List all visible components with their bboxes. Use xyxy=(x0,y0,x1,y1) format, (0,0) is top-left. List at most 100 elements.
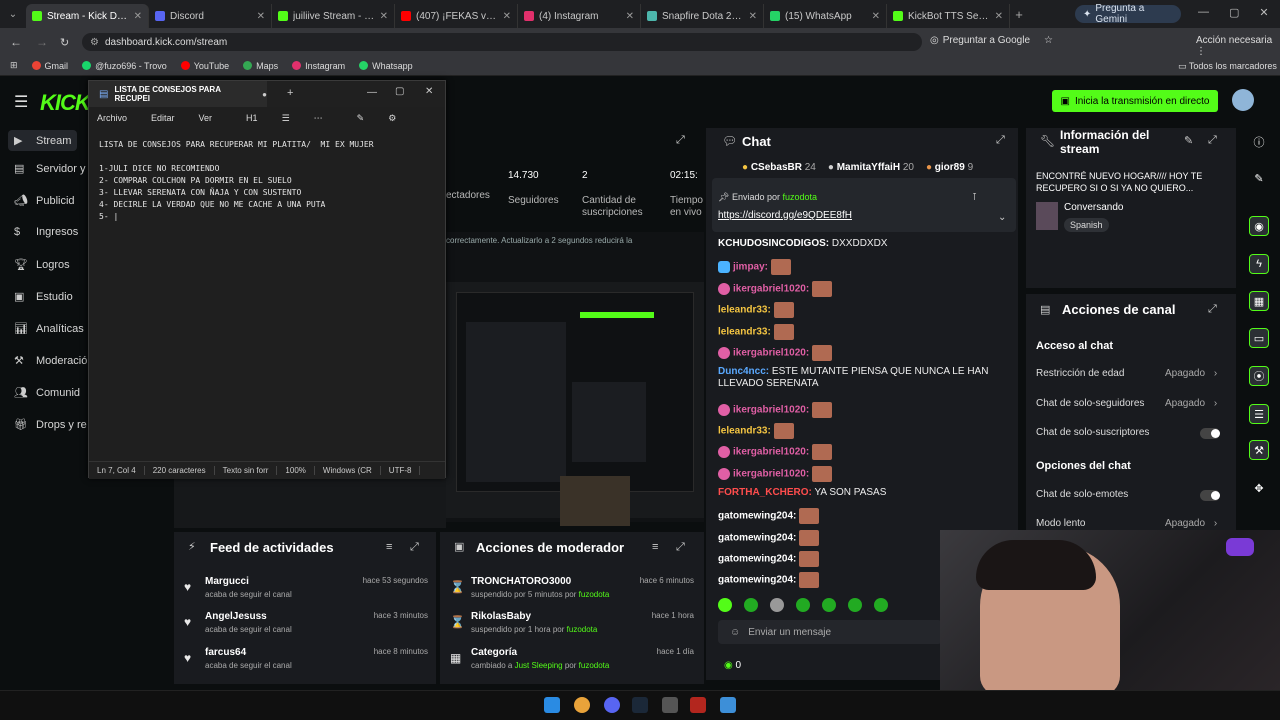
settings-gear-icon[interactable]: ⚙ xyxy=(388,113,396,124)
hammer-icon[interactable]: ⚒ xyxy=(1249,440,1269,460)
edit-icon[interactable]: ✎ xyxy=(1184,134,1193,147)
chat-message[interactable]: ikergabriel1020: xyxy=(718,345,832,361)
pencil-icon[interactable]: ✎ xyxy=(1249,168,1269,188)
menu-ver[interactable]: Ver xyxy=(199,113,213,123)
chat-message[interactable]: ikergabriel1020: xyxy=(718,466,832,482)
chat-message[interactable]: Dunc4ncc: ESTE MUTANTE PIENSA QUE NUNCA … xyxy=(718,366,988,377)
maximize-icon[interactable]: ▢ xyxy=(1229,6,1239,19)
kick-logo[interactable]: KICK xyxy=(40,90,91,116)
tab-close-icon[interactable]: ✕ xyxy=(134,11,142,22)
hamburger-menu-icon[interactable]: ☰ xyxy=(14,92,28,112)
format-icon[interactable]: ✎ xyxy=(357,113,365,124)
top-gifter[interactable]: ● CSebasBR 24 xyxy=(742,162,816,173)
sidebar-item[interactable]: ⚒ Moderació xyxy=(14,354,87,368)
dota-taskbar-icon[interactable] xyxy=(690,697,706,713)
chat-message[interactable]: leleandr33: xyxy=(718,423,794,439)
chat-input[interactable]: ☺ Enviar un mensaje xyxy=(718,620,942,644)
chat-username[interactable]: jimpay: xyxy=(733,262,768,273)
reload-icon[interactable]: ↻ xyxy=(60,36,69,49)
actions-expand-icon[interactable]: ⤢ xyxy=(1208,303,1217,316)
sidebar-item[interactable]: ▣ Estudio xyxy=(14,290,73,304)
bookmark-item[interactable]: YouTube xyxy=(180,61,229,71)
menu-editar[interactable]: Editar xyxy=(151,113,175,123)
chat-message[interactable]: LLEVADO SERENATA xyxy=(718,378,819,389)
new-tab-button[interactable]: + xyxy=(1010,7,1028,22)
quick-emote-icon[interactable] xyxy=(718,598,732,612)
list-icon[interactable]: ☰ xyxy=(282,113,290,124)
subs-only-toggle[interactable] xyxy=(1200,428,1220,439)
list-rail-icon[interactable]: ☰ xyxy=(1249,404,1269,424)
chat-message[interactable]: ikergabriel1020: xyxy=(718,402,832,418)
feed-filter-icon[interactable]: ≡ xyxy=(386,541,392,553)
chat-message[interactable]: FORTHA_KCHERO: YA SON PASAS xyxy=(718,487,886,498)
mod-expand-icon[interactable]: ⤢ xyxy=(676,541,685,554)
chat-username[interactable]: KCHUDOSINCODIGOS: xyxy=(718,238,829,249)
tab-close-icon[interactable]: ✕ xyxy=(503,11,511,22)
bookmark-item[interactable]: Instagram xyxy=(292,61,345,71)
sidebar-item[interactable]: 🎁︎ Drops y re xyxy=(14,418,87,432)
back-icon[interactable]: ← xyxy=(10,35,22,49)
bookmark-item[interactable]: @fuzo696 - Trovo xyxy=(82,61,167,71)
tab-search-icon[interactable]: ⌄ xyxy=(0,9,26,20)
chat-message[interactable]: KCHUDOSINCODIGOS: DXXDDXDX xyxy=(718,238,887,249)
star-icon[interactable]: ☆ xyxy=(1044,35,1053,46)
chat-username[interactable]: leleandr33: xyxy=(718,327,771,338)
feed-item[interactable]: ♥ farcus64 acaba de seguir el canal hace … xyxy=(184,647,428,670)
chat-username[interactable]: FORTHA_KCHERO: xyxy=(718,487,812,498)
chat-message[interactable]: leleandr33: xyxy=(718,324,794,340)
quick-emote-icon[interactable] xyxy=(874,598,888,612)
pin-toggle-icon[interactable]: ⊺ xyxy=(972,192,977,203)
chat-username[interactable]: leleandr33: xyxy=(718,305,771,316)
apps-grid-icon[interactable]: ⊞ xyxy=(10,60,18,71)
steam-taskbar-icon[interactable] xyxy=(632,697,648,713)
chat-username[interactable]: ikergabriel1020: xyxy=(733,348,809,359)
chat-message[interactable]: ikergabriel1020: xyxy=(718,281,832,297)
quick-emote-icon[interactable] xyxy=(770,598,784,612)
sidebar-item[interactable]: 📣︎ Publicid xyxy=(14,194,75,208)
np-minimize-icon[interactable]: — xyxy=(367,87,377,98)
mod-action-item[interactable]: ⌛ RikolasBaby suspendido por 1 hora por f… xyxy=(450,611,694,634)
browser-tab[interactable]: (407) ¡FEKAS vs AI ✕ xyxy=(395,4,518,28)
close-icon[interactable]: ✕ xyxy=(1259,6,1268,19)
message-icon[interactable]: ▭ xyxy=(1249,328,1269,348)
chat-username[interactable]: Dunc4ncc: xyxy=(718,366,769,377)
chat-message[interactable]: gatomewing204: xyxy=(718,508,820,524)
browser-tab[interactable]: Snapfire Dota 2 Tatua✕ xyxy=(641,4,764,28)
age-restriction-value[interactable]: Apagado › xyxy=(1165,368,1217,379)
ask-google-button[interactable]: ◎ Preguntar a Google ☆ xyxy=(930,35,1053,46)
quick-emote-icon[interactable] xyxy=(744,598,758,612)
more-icon[interactable]: ⋯ xyxy=(314,113,323,124)
new-notepad-tab-button[interactable]: + xyxy=(287,87,293,99)
gemini-button[interactable]: ✦ Pregunta a Gemini xyxy=(1075,3,1181,25)
pinned-link[interactable]: https://discord.gg/e9QDEE8fH xyxy=(718,210,852,221)
feed-item[interactable]: ♥ Margucci acaba de seguir el canal hace … xyxy=(184,576,428,599)
np-maximize-icon[interactable]: ▢ xyxy=(395,86,404,97)
browser-tab[interactable]: Discord ✕ xyxy=(149,4,272,28)
top-gifter[interactable]: ● MamitaYffaiH 20 xyxy=(828,162,914,173)
chat-message[interactable]: gatomewing204: xyxy=(718,572,820,588)
sidebar-item[interactable]: 👥︎ Comunid xyxy=(14,386,80,400)
notepad-taskbar-icon[interactable] xyxy=(720,697,736,713)
top-gifter[interactable]: ● gior89 9 xyxy=(926,162,973,173)
user-avatar[interactable] xyxy=(1232,89,1254,111)
chat-message[interactable]: jimpay: xyxy=(718,259,791,275)
tab-close-icon[interactable]: ✕ xyxy=(995,11,1003,22)
followers-only-value[interactable]: Apagado › xyxy=(1165,398,1217,409)
chat-message[interactable]: gatomewing204: xyxy=(718,551,820,567)
chat-username[interactable]: gatomewing204: xyxy=(718,575,796,586)
emotes-only-toggle[interactable] xyxy=(1200,490,1220,501)
notepad-window[interactable]: ▤ LISTA DE CONSEJOS PARA RECUPEI ● + — ▢… xyxy=(88,80,446,479)
obs-taskbar-icon[interactable] xyxy=(662,697,678,713)
camera-icon[interactable]: ◉ xyxy=(1249,216,1269,236)
tab-close-icon[interactable]: ✕ xyxy=(749,11,757,22)
notepad-tab[interactable]: ▤ LISTA DE CONSEJOS PARA RECUPEI ● xyxy=(89,81,267,107)
mod-action-item[interactable]: ▦ Categoría cambiado a Just Sleeping por … xyxy=(450,647,694,670)
bookmark-item[interactable]: Gmail xyxy=(31,61,68,71)
info-circle-icon[interactable]: ⓘ xyxy=(1249,132,1269,152)
grid-plus-icon[interactable]: ✥ xyxy=(1249,478,1269,498)
chat-username[interactable]: leleandr33: xyxy=(718,426,771,437)
windows-start-icon[interactable] xyxy=(544,697,560,713)
expand-icon[interactable]: ⤢ xyxy=(676,134,685,147)
browser-tab[interactable]: juiliive Stream - Watc✕ xyxy=(272,4,395,28)
chat-username[interactable]: ikergabriel1020: xyxy=(733,284,809,295)
